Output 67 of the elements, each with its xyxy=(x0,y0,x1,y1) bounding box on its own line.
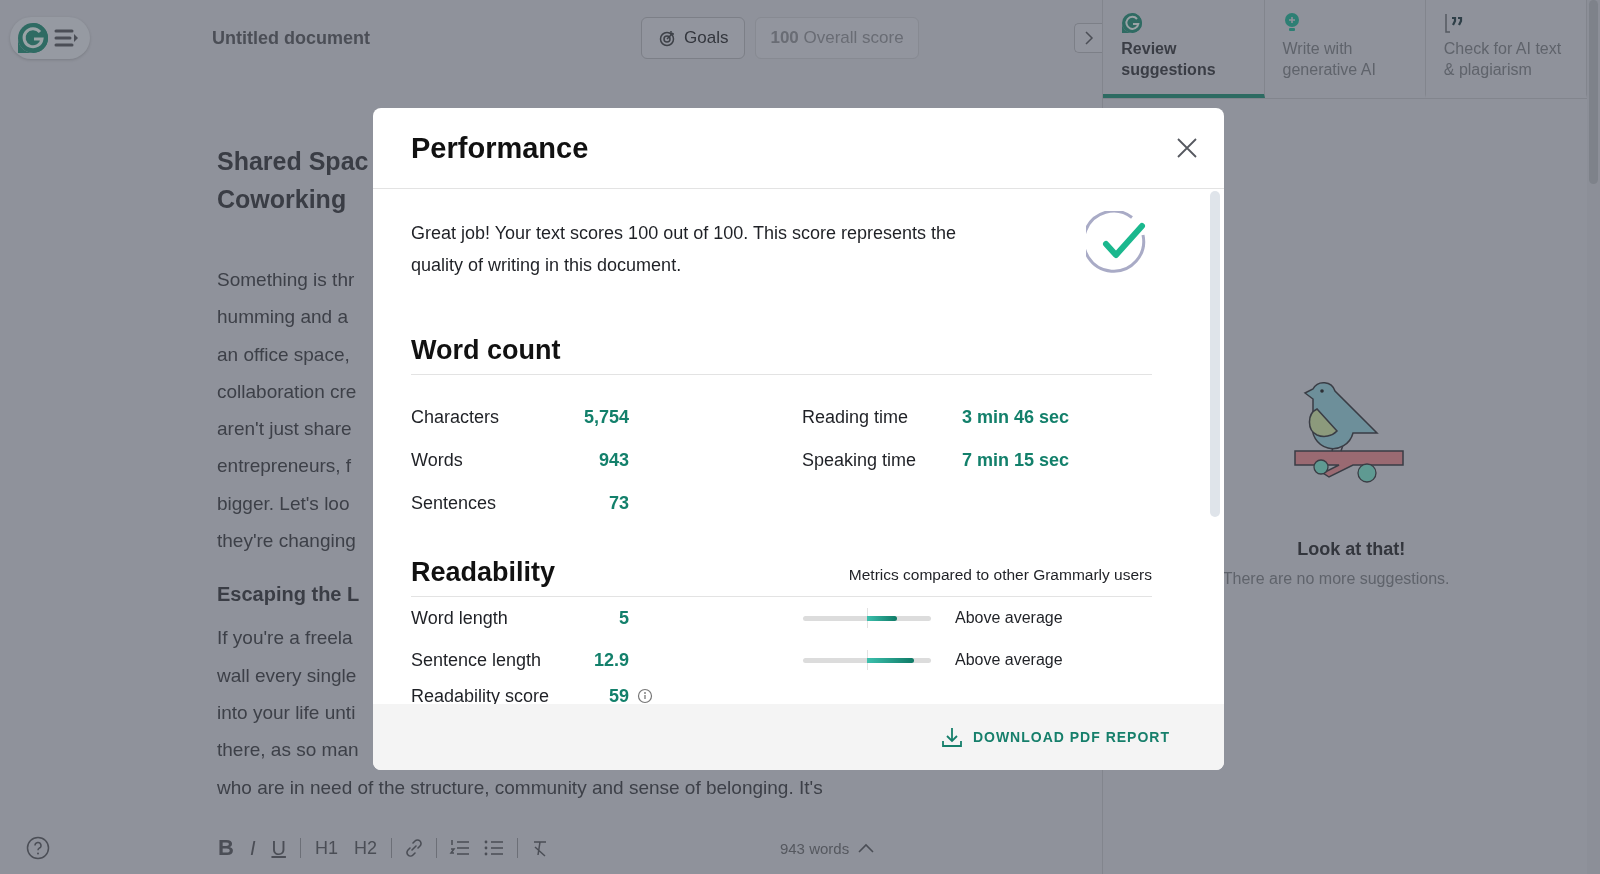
paragraph-line: there, as so man xyxy=(217,738,359,763)
document-title[interactable]: Untitled document xyxy=(212,27,412,49)
metric-label: Sentence length xyxy=(411,649,543,671)
empty-state-title: Look at that! xyxy=(1297,539,1406,560)
stat-value: 5,754 xyxy=(582,407,629,428)
goals-button[interactable]: Goals xyxy=(641,17,746,59)
download-report-link[interactable]: DOWNLOAD PDF REPORT xyxy=(934,725,1176,749)
caret-up-icon xyxy=(857,842,876,854)
panel-tab[interactable]: Review suggestions xyxy=(1103,0,1265,98)
metric-label: Readability score xyxy=(411,685,551,707)
stat-label: Characters xyxy=(411,407,501,428)
help-icon[interactable] xyxy=(26,836,50,860)
paragraph-line: humming and a xyxy=(217,305,348,330)
paragraph-line: they're changing xyxy=(217,529,356,554)
stat-value: 73 xyxy=(607,493,629,514)
metric-value: 12.9 xyxy=(592,649,629,671)
lightbulb-icon xyxy=(1282,12,1301,34)
format-button[interactable]: B xyxy=(216,835,236,861)
paragraph-line: an office space, xyxy=(217,342,350,367)
stat-value: 7 min 15 sec xyxy=(962,450,1070,471)
stat-value: 3 min 46 sec xyxy=(962,407,1070,428)
paragraph-line: wall every single xyxy=(217,663,357,688)
paragraph-line: who are in need of the structure, community and sense of belonging. It's xyxy=(217,775,823,800)
logo-icon xyxy=(1121,12,1144,34)
dialog-title: Performance xyxy=(411,131,589,165)
paragraph-line: bigger. Let's loo xyxy=(217,491,350,516)
word-count-button[interactable]: 943 words xyxy=(773,838,882,858)
comparison-note: Metrics compared to other Grammarly users xyxy=(848,566,1152,585)
collapse-panel-button[interactable] xyxy=(1074,23,1103,53)
metric-rating: Above average xyxy=(955,609,1063,627)
download-icon xyxy=(940,726,963,748)
logo-icon xyxy=(16,21,50,55)
format-button[interactable]: U xyxy=(269,836,288,860)
heading-button[interactable]: H1 xyxy=(312,837,340,859)
logo-menu-button[interactable] xyxy=(10,17,90,59)
heading-button[interactable]: H2 xyxy=(351,837,379,859)
document-heading: Shared Spac xyxy=(217,146,369,177)
close-button[interactable] xyxy=(1176,137,1198,159)
stat-value: 943 xyxy=(597,450,629,471)
chevron-right-icon xyxy=(1083,30,1094,46)
section-title: Readability xyxy=(411,557,556,588)
paragraph-line: collaboration cre xyxy=(217,379,357,404)
bulleted-list-icon[interactable] xyxy=(482,838,505,858)
section-title: Word count xyxy=(411,335,561,366)
stat-label: Reading time xyxy=(802,407,910,428)
document-heading: Coworking xyxy=(217,184,347,215)
section-heading: Escaping the L xyxy=(217,582,360,608)
metric-value: 5 xyxy=(618,607,629,629)
paragraph-line: If you're a freela xyxy=(217,626,353,651)
metric-label: Word length xyxy=(411,607,509,629)
metric-value: 59 xyxy=(607,685,629,707)
format-button[interactable]: I xyxy=(247,836,258,860)
score-message: Great job! Your text scores 100 out of 100. This score represents the quality of writing in this document. xyxy=(411,222,957,277)
stat-label: Words xyxy=(411,450,464,471)
link-icon[interactable] xyxy=(403,838,424,858)
metric-rating: Above average xyxy=(955,651,1063,669)
paragraph-line: Something is thr xyxy=(217,268,355,292)
menu-icon xyxy=(54,27,80,49)
paragraph-line: aren't just share xyxy=(217,417,352,442)
numbered-list-icon[interactable] xyxy=(448,838,471,858)
paragraph-line: entrepreneurs, f xyxy=(217,454,352,479)
stat-label: Speaking time xyxy=(802,450,918,471)
close-icon xyxy=(1176,137,1198,159)
paragraph-line: into your life unti xyxy=(217,700,356,725)
info-icon[interactable] xyxy=(637,688,653,704)
target-icon xyxy=(658,29,676,47)
stat-label: Sentences xyxy=(411,493,498,514)
